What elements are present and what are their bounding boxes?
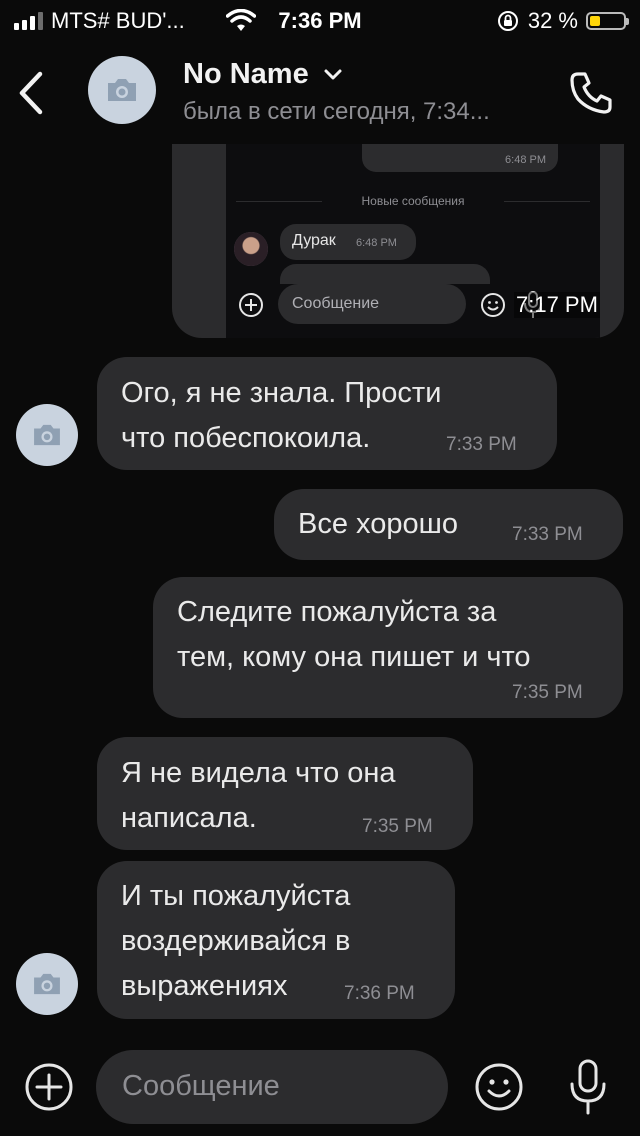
status-right: 32 % xyxy=(496,8,629,34)
microphone-icon[interactable] xyxy=(566,1058,610,1116)
contact-name-row[interactable]: No Name xyxy=(183,58,343,91)
message-text: Все хорошо xyxy=(298,502,458,547)
screenshot-message-time: 6:48 PM xyxy=(356,237,397,249)
camera-icon xyxy=(34,973,60,995)
emoji-icon[interactable] xyxy=(474,1062,524,1112)
camera-icon xyxy=(34,424,60,446)
message-time: 7:35 PM xyxy=(362,816,433,837)
message-line: написала. xyxy=(121,802,257,834)
message-time: 7:33 PM xyxy=(446,434,517,455)
avatar[interactable] xyxy=(16,953,78,1015)
camera-icon xyxy=(108,79,136,101)
message-bubble-incoming[interactable]: Ого, я не знала. Прости что побеспокоила… xyxy=(97,357,557,470)
message-text: Ого, я не знала. Прости что побеспокоила… xyxy=(121,371,441,461)
message-text: Следите пожалуйста за тем, кому она пише… xyxy=(177,590,531,680)
divider-line xyxy=(504,201,590,202)
screenshot-bubble-time: 6:48 PM xyxy=(505,154,546,166)
screenshot-incoming-bubble: Дурак 6:48 PM xyxy=(280,224,416,260)
emoji-icon xyxy=(481,293,505,317)
last-seen-status: была в сети сегодня, 7:34... xyxy=(183,98,490,125)
battery-fill xyxy=(590,16,600,26)
avatar[interactable] xyxy=(88,56,156,124)
chevron-down-icon xyxy=(324,69,342,79)
message-line: И ты пожалуйста xyxy=(121,880,351,912)
message-text: Я не видела что она написала. xyxy=(121,751,396,841)
message-text: И ты пожалуйста воздерживайся в выражени… xyxy=(121,874,350,1009)
phone-icon[interactable] xyxy=(566,68,616,118)
avatar[interactable] xyxy=(16,404,78,466)
battery-icon xyxy=(586,12,629,30)
status-bar: MTS# BUD'... 7:36 PM 32 % xyxy=(0,0,640,44)
chat-header: No Name была в сети сегодня, 7:34... xyxy=(0,44,640,144)
message-line: Ого, я не знала. Прости xyxy=(121,377,442,409)
plus-icon xyxy=(239,293,263,317)
message-bubble-outgoing[interactable]: Все хорошо 7:33 PM xyxy=(274,489,623,560)
plus-icon[interactable] xyxy=(24,1062,74,1112)
contact-name: No Name xyxy=(183,58,309,90)
message-line: Следите пожалуйста за xyxy=(177,596,497,628)
message-bubble-outgoing[interactable]: Следите пожалуйста за тем, кому она пише… xyxy=(153,577,623,718)
screenshot-avatar xyxy=(234,232,268,266)
back-icon[interactable] xyxy=(12,66,52,120)
screenshot-message-text: Дурак xyxy=(292,232,336,249)
screenshot-timestamp: 7:17 PM xyxy=(514,292,600,318)
message-bubble-incoming[interactable]: Я не видела что она написала. 7:35 PM xyxy=(97,737,473,850)
message-composer: Сообщение xyxy=(0,1040,640,1136)
message-line: Я не видела что она xyxy=(121,757,396,789)
battery-percent: 32 % xyxy=(527,8,578,33)
screenshot-message-input: Сообщение xyxy=(278,284,466,324)
message-input-placeholder: Сообщение xyxy=(122,1070,280,1102)
message-time: 7:33 PM xyxy=(512,524,583,545)
message-line: Все хорошо xyxy=(298,508,458,540)
message-line: что побеспокоила. xyxy=(121,422,371,454)
message-input[interactable]: Сообщение xyxy=(96,1050,448,1124)
message-line: тем, кому она пишет и что xyxy=(177,641,531,673)
message-line: воздерживайся в xyxy=(121,925,351,957)
message-line: выражениях xyxy=(121,970,288,1002)
screenshot-partial-bubble xyxy=(280,264,490,284)
rotation-lock-icon xyxy=(497,11,518,31)
message-time: 7:35 PM xyxy=(512,682,583,703)
message-bubble-incoming[interactable]: И ты пожалуйста воздерживайся в выражени… xyxy=(97,861,455,1019)
message-time: 7:36 PM xyxy=(344,983,415,1004)
screenshot-input-placeholder: Сообщение xyxy=(292,295,380,312)
